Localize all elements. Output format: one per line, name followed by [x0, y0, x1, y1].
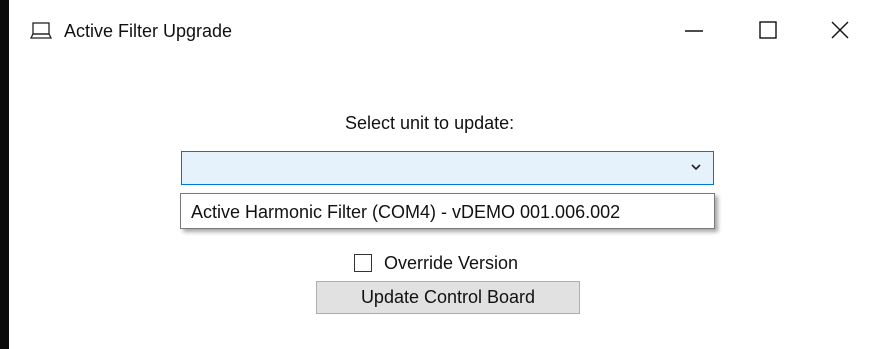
- laptop-icon: [29, 22, 53, 40]
- chevron-down-icon: [689, 160, 703, 174]
- close-icon: [829, 19, 851, 46]
- maximize-button[interactable]: [748, 12, 788, 52]
- override-version-row[interactable]: Override Version: [354, 251, 518, 275]
- override-version-label[interactable]: Override Version: [384, 253, 518, 274]
- maximize-icon: [757, 19, 779, 46]
- close-button[interactable]: [820, 12, 860, 52]
- window-left-edge: [0, 0, 9, 349]
- select-unit-label: Select unit to update:: [345, 113, 515, 133]
- update-control-board-button[interactable]: Update Control Board: [316, 281, 580, 314]
- minimize-button[interactable]: [674, 12, 714, 52]
- minimize-icon: [683, 19, 705, 46]
- title-bar[interactable]: Active Filter Upgrade: [9, 0, 875, 62]
- unit-select[interactable]: [181, 151, 714, 185]
- unit-option-com4[interactable]: Active Harmonic Filter (COM4) - vDEMO 00…: [191, 200, 620, 224]
- override-version-checkbox[interactable]: [354, 254, 372, 272]
- app-window: Active Filter Upgrade Select unit to upd…: [9, 0, 875, 349]
- unit-dropdown-list: Active Harmonic Filter (COM4) - vDEMO 00…: [180, 193, 715, 229]
- window-title: Active Filter Upgrade: [64, 21, 233, 41]
